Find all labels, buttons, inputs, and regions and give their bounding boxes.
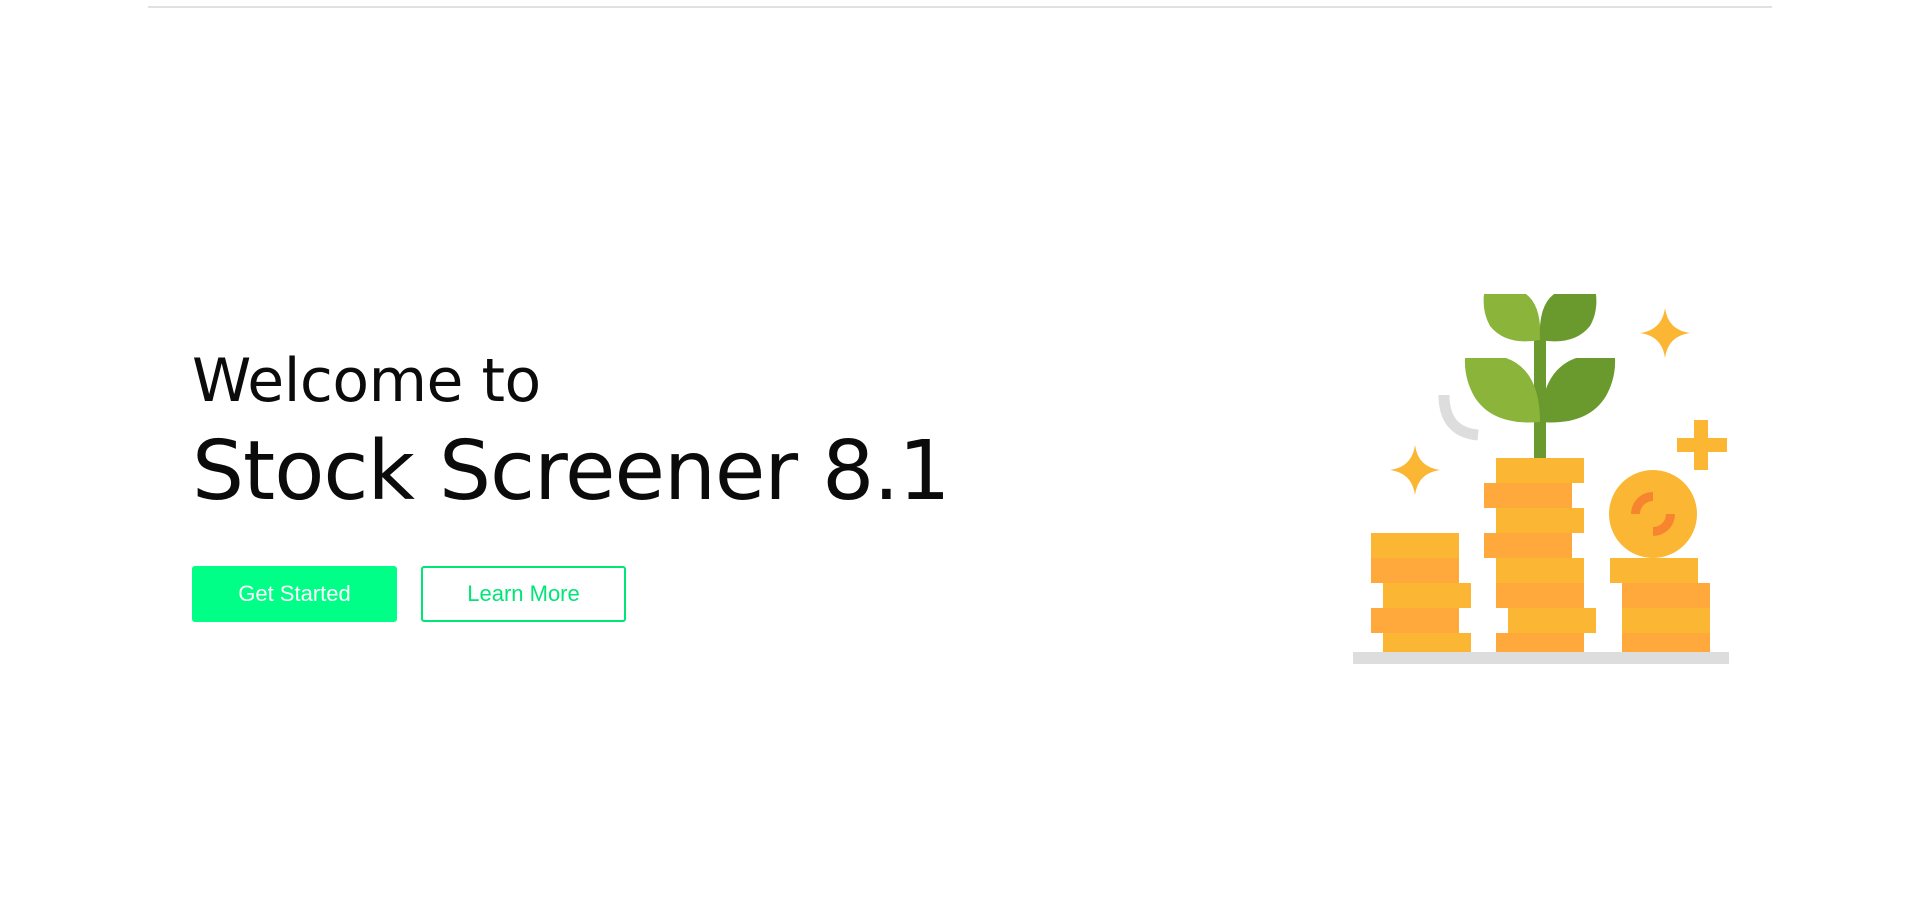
get-started-button[interactable]: Get Started (192, 566, 397, 622)
plus-icon (1677, 420, 1727, 470)
hero-heading-block: Welcome to Stock Screener 8.1 (192, 346, 951, 519)
leaf-upper-left (1483, 294, 1541, 342)
leaf-lower-left (1464, 358, 1540, 423)
sparkle-icon (1640, 308, 1690, 358)
leaf-lower-right (1540, 358, 1616, 423)
middle-coin-stack (1484, 458, 1596, 652)
coin-stacks-with-sprout-icon (1353, 294, 1729, 664)
welcome-text: Welcome to (192, 346, 541, 416)
left-coin-stack (1371, 533, 1471, 652)
standing-coin (1609, 470, 1697, 558)
hero-actions: Get Started Learn More (192, 566, 626, 622)
right-coin-stack (1610, 558, 1710, 652)
product-title: Stock Screener 8.1 (192, 424, 951, 519)
leaf-upper-right (1539, 294, 1597, 342)
learn-more-button[interactable]: Learn More (421, 566, 626, 622)
hero-section: Welcome to Stock Screener 8.1 Get Starte… (0, 0, 1920, 920)
arc-decoration (1438, 394, 1479, 441)
shelf (1353, 652, 1729, 664)
sparkle-icon (1390, 445, 1440, 495)
